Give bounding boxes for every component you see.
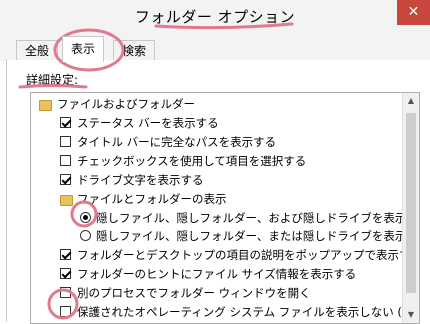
tree-item-show-hidden[interactable]: 隠しファイル、隠しフォルダー、および隠しドライブを表示する [31,209,419,227]
tree-item-label: ステータス バーを表示する [77,116,219,130]
checkbox-statusbar[interactable] [60,117,71,128]
vertical-scrollbar[interactable]: ▲ ▼ [402,93,419,323]
checkbox-separate-process[interactable] [60,287,71,298]
tree-item-drive-letters[interactable]: ドライブ文字を表示する [31,171,401,189]
close-button[interactable]: ✕ [397,0,430,25]
tree-item-hide-hidden[interactable]: 隠しファイル、隠しフォルダー、または隠しドライブを表示しない [31,227,419,245]
tree-item-filesize-tips[interactable]: フォルダーのヒントにファイル サイズ情報を表示する [31,265,401,283]
advanced-settings-list[interactable]: ファイルおよびフォルダー ステータス バーを表示する タイトル バーに完全なパス… [30,92,420,324]
tree-item-label: フォルダーのヒントにファイル サイズ情報を表示する [77,267,357,281]
tree-item-label: 別のプロセスでフォルダー ウィンドウを開く [77,286,311,300]
folder-icon [39,100,52,111]
scroll-down-arrow-icon[interactable]: ▼ [403,307,419,323]
tree-item-checkbox-select[interactable]: チェックボックスを使用して項目を選択する [31,152,401,170]
tree-item-hide-protected[interactable]: 保護されたオペレーティング システム ファイルを表示しない (推奨) [31,303,419,321]
tree-item-statusbar[interactable]: ステータス バーを表示する [31,114,401,132]
tree-item-popup-desc[interactable]: フォルダーとデスクトップの項目の説明をポップアップで表示する [31,246,419,264]
checkbox-hide-protected[interactable] [60,306,71,317]
tree-item-separate-process[interactable]: 別のプロセスでフォルダー ウィンドウを開く [31,284,401,302]
tab-search[interactable]: 検索 [113,40,156,61]
title-bar: フォルダー オプション ✕ [0,0,430,34]
tree-item-fullpath[interactable]: タイトル バーに完全なパスを表示する [31,133,401,151]
window-title: フォルダー オプション [134,8,296,26]
radio-hide-hidden[interactable] [80,230,91,241]
tree-item-label: ファイルとフォルダーの表示 [77,192,227,206]
tab-view[interactable]: 表示 [62,36,105,62]
tree-folder-hidden-files: ファイルとフォルダーの表示 [31,190,401,208]
tree-item-label: ドライブ文字を表示する [77,173,204,187]
tree-item-label: フォルダーとデスクトップの項目の説明をポップアップで表示する [77,248,420,262]
checkbox-item-select[interactable] [60,155,71,166]
tree-item-label: ファイルおよびフォルダー [57,97,195,111]
tab-general[interactable]: 全般 [16,40,59,61]
tree-item-label: タイトル バーに完全なパスを表示する [77,135,277,149]
scroll-up-arrow-icon[interactable]: ▲ [403,93,419,109]
radio-show-hidden[interactable] [80,212,91,223]
tree-item-label: チェックボックスを使用して項目を選択する [77,154,307,168]
tree-folder-files-and-folders: ファイルおよびフォルダー [31,95,401,113]
tree-item-label: 隠しファイル、隠しフォルダー、または隠しドライブを表示しない [96,229,420,243]
folder-icon [60,195,73,206]
checkbox-filesize-tips[interactable] [60,268,71,279]
checkbox-fullpath[interactable] [60,136,71,147]
advanced-settings-label: 詳細設定: [26,73,79,87]
tree-item-label: 保護されたオペレーティング システム ファイルを表示しない (推奨) [77,305,420,319]
tree-item-label: 隠しファイル、隠しフォルダー、および隠しドライブを表示する [96,211,420,225]
scroll-thumb[interactable] [406,113,416,293]
checkbox-popup-desc[interactable] [60,249,71,260]
checkbox-drive-letters[interactable] [60,174,71,185]
